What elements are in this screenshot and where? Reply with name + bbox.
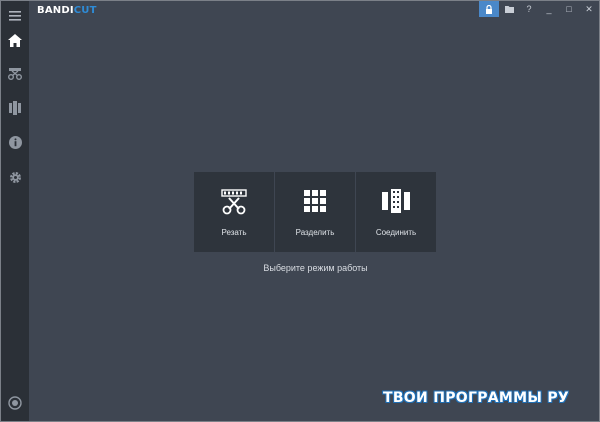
title-bar: BANDICUT ? _ □ ✕	[29, 1, 599, 21]
join-film-icon	[356, 189, 436, 213]
cut-icon[interactable]	[1, 59, 29, 89]
window-controls: ? _ □ ✕	[479, 1, 599, 17]
settings-icon[interactable]	[1, 162, 29, 192]
mode-cut-label: Резать	[221, 228, 247, 237]
watermark: ТВОИ ПРОГРАММЫ РУ	[382, 390, 569, 406]
join-icon[interactable]	[1, 93, 29, 123]
sidebar	[1, 1, 29, 421]
close-button[interactable]: ✕	[579, 1, 599, 17]
home-icon[interactable]	[1, 25, 29, 55]
mode-hint-text: Выберите режим работы	[263, 263, 368, 273]
mode-selector: Резать Разделить Соединить	[194, 172, 437, 252]
app-window: BANDICUT ? _ □ ✕ Резать Разделить Соедин…	[0, 0, 600, 422]
record-icon[interactable]	[1, 388, 29, 418]
split-grid-icon	[275, 189, 355, 213]
mode-cut-button[interactable]: Резать	[194, 172, 274, 252]
lock-icon[interactable]	[479, 1, 499, 17]
maximize-button[interactable]: □	[559, 1, 579, 17]
folder-icon[interactable]	[499, 1, 519, 17]
mode-join-button[interactable]: Соединить	[356, 172, 436, 252]
help-button[interactable]: ?	[519, 1, 539, 17]
mode-join-label: Соединить	[375, 228, 417, 237]
scissors-icon	[194, 189, 274, 215]
app-logo: BANDICUT	[37, 5, 97, 16]
info-icon[interactable]	[1, 127, 29, 157]
minimize-button[interactable]: _	[539, 1, 559, 17]
mode-split-button[interactable]: Разделить	[275, 172, 355, 252]
mode-split-label: Разделить	[295, 228, 335, 237]
